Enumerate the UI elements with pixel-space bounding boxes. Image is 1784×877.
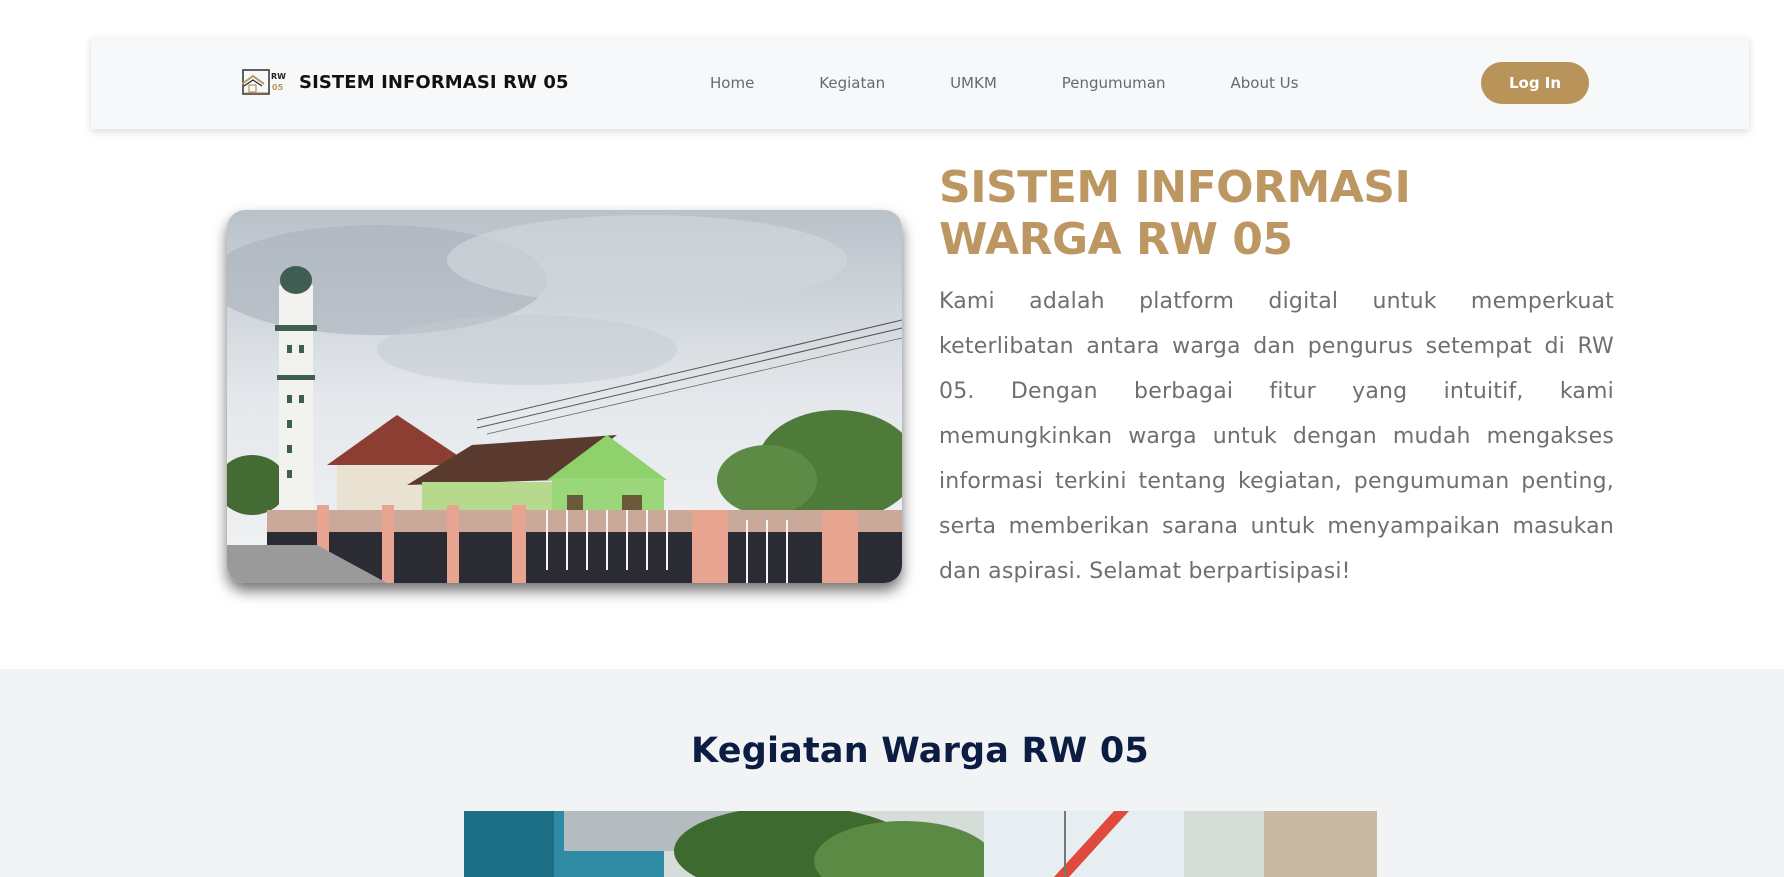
activities-title: Kegiatan Warga RW 05 xyxy=(691,731,1149,771)
page: RW 05 SISTEM INFORMASI RW 05 Home Kegiat… xyxy=(0,0,1784,877)
brand-logo-link[interactable]: RW 05 SISTEM INFORMASI RW 05 xyxy=(241,68,569,96)
hero-description: Kami adalah platform digital untuk mempe… xyxy=(939,289,1614,584)
nav-link-umkm[interactable]: UMKM xyxy=(950,74,997,92)
nav-menu: Home Kegiatan UMKM Pengumuman About Us xyxy=(710,37,1363,129)
logo-text-number: 05 xyxy=(272,83,284,92)
login-button[interactable]: Log In xyxy=(1481,62,1589,104)
activity-image xyxy=(464,811,1377,877)
nav-link-pengumuman[interactable]: Pengumuman xyxy=(1062,74,1166,92)
hero-image xyxy=(227,210,902,583)
brand-name: SISTEM INFORMASI RW 05 xyxy=(299,71,569,93)
hero-title-line-2: WARGA RW 05 xyxy=(939,214,1293,265)
nav-link-about-us[interactable]: About Us xyxy=(1231,74,1299,92)
hero-title: SISTEM INFORMASI WARGA RW 05 xyxy=(939,162,1659,266)
nav-link-kegiatan[interactable]: Kegiatan xyxy=(819,74,885,92)
nav-link-home[interactable]: Home xyxy=(710,74,754,92)
logo-text-rw: RW xyxy=(271,72,286,81)
navbar: RW 05 SISTEM INFORMASI RW 05 Home Kegiat… xyxy=(91,37,1749,129)
house-roof-logo-icon: RW 05 xyxy=(241,68,286,96)
hero-title-line-1: SISTEM INFORMASI xyxy=(939,162,1411,213)
